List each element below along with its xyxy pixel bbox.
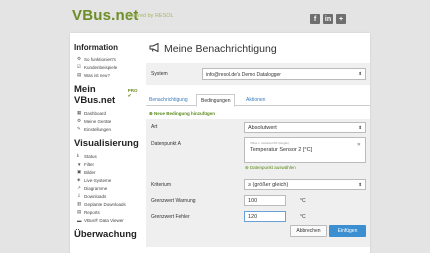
googleplus-icon[interactable]: +	[336, 14, 346, 24]
gear-icon: ⚙	[77, 118, 82, 123]
grenzwert-warnung-label: Grenzwert Warnung	[151, 198, 196, 204]
datenpunkt-auswaehlen-link[interactable]: ⊕ Datenpunkt auswählen	[245, 165, 296, 171]
system-bar: System info@resol.de's Demo Datalogger ⬍	[146, 63, 370, 85]
download-icon: ⇩	[77, 193, 81, 198]
sidebar-item-live-systeme[interactable]: ◈ Live-Systeme	[74, 176, 138, 184]
updown-caret-icon: ⬍	[358, 182, 362, 187]
sidebar: Information ⚙ So funktioniert's ☑ Kundenbe…	[70, 33, 139, 253]
system-select[interactable]: info@resol.de's Demo Datalogger ⬍	[202, 68, 366, 80]
insert-button[interactable]: Einfügen	[329, 225, 366, 237]
wrench-icon: ✎	[77, 126, 81, 131]
sidebar-item-status[interactable]: ℹ Status	[74, 152, 138, 160]
sidebar-heading-mein-vbus: Mein VBus.net PRO ✔	[74, 84, 138, 106]
grenzwert-warnung-input[interactable]: 100	[244, 195, 286, 206]
cancel-button[interactable]: Abbrechen	[290, 225, 327, 237]
sidebar-item-downloads[interactable]: ⇩ Downloads	[74, 192, 138, 200]
sidebar-item-kundenbeispiele[interactable]: ☑ Kundenbeispiele	[74, 63, 138, 71]
tab-benachrichtigung[interactable]: Benachrichtigung	[149, 97, 188, 103]
main-content: Meine Benachrichtigung System info@resol…	[146, 33, 370, 253]
social-links: f in +	[310, 14, 346, 24]
megaphone-icon	[149, 42, 160, 55]
gear-icon: ⚙	[77, 56, 82, 61]
sidebar-item-reports[interactable]: ▤ Reports	[74, 208, 138, 216]
calendar-icon: ▥	[77, 201, 82, 206]
filter-icon: ▼	[77, 161, 82, 167]
sidebar-item-diagramme[interactable]: ↗ Diagramme	[74, 184, 138, 192]
sidebar-heading-visualisierung: Visualisierung	[74, 138, 139, 149]
reports-icon: ▤	[77, 209, 82, 214]
content-panel: Information ⚙ So funktioniert's ☑ Kundenbe…	[70, 33, 370, 253]
grenzwert-fehler-input[interactable]: 120	[244, 211, 286, 222]
page-title: Meine Benachrichtigung	[149, 42, 277, 55]
add-condition-link[interactable]: ⊕ Neue Bedingung hinzufügen	[149, 111, 215, 117]
site-header: VBus.net powered by RESOL f in +	[0, 0, 430, 32]
sidebar-item-einstellungen[interactable]: ✎ Einstellungen	[74, 125, 138, 133]
info-icon: ℹ	[77, 153, 79, 158]
system-label: System	[151, 71, 168, 77]
sidebar-item-geplante-downloads[interactable]: ▥ Geplante Downloads	[74, 200, 138, 208]
sidebar-item-so-funktionierts[interactable]: ⚙ So funktioniert's	[74, 55, 138, 63]
sidebar-heading-information: Information	[74, 43, 118, 52]
dashboard-icon: ▦	[77, 110, 82, 115]
image-icon: ▣	[77, 169, 82, 174]
sidebar-item-was-ist-neu[interactable]: ▤ Was ist neu?	[74, 71, 138, 79]
sidebar-item-meine-geraete[interactable]: ⚙ Meine Geräte	[74, 117, 138, 125]
tab-aktionen[interactable]: Aktionen	[246, 97, 265, 103]
warnung-unit: °C	[300, 198, 306, 204]
updown-caret-icon: ⬍	[358, 125, 362, 130]
sidebar-item-data-viewer[interactable]: ▬ VBus® Data Viewer	[74, 216, 138, 224]
updown-caret-icon: ⬍	[358, 71, 362, 76]
pro-badge: PRO ✔	[127, 88, 138, 98]
art-label: Art	[151, 124, 158, 130]
art-select[interactable]: Absolutwert ⬍	[244, 122, 366, 133]
datenpunkt-label: Datenpunkt A	[151, 141, 182, 147]
sidebar-item-bilder[interactable]: ▣ Bilder	[74, 168, 138, 176]
sidebar-item-filter[interactable]: ▼ Filter	[74, 160, 138, 168]
sliders-icon: ☑	[77, 64, 82, 69]
sensor-name: Temperatur Sensor 2 [°C]	[250, 147, 313, 153]
system-icon: ◈	[77, 177, 81, 182]
document-icon: ▤	[77, 72, 82, 77]
fehler-unit: °C	[300, 214, 306, 220]
datenpunkt-field[interactable]: VBus 1: DeltaSol BX (Regler) Temperatur …	[244, 137, 366, 163]
chart-icon: ↗	[77, 185, 81, 190]
sidebar-heading-ueberwachung: Überwachung	[74, 229, 137, 240]
tab-bedingungen[interactable]: Bedingungen	[196, 94, 236, 107]
kriterium-select[interactable]: ≥ (größer gleich) ⬍	[244, 179, 366, 190]
sensor-device: VBus 1: DeltaSol BX (Regler)	[250, 141, 290, 145]
linkedin-icon[interactable]: in	[323, 14, 333, 24]
close-icon[interactable]: ✕	[357, 142, 361, 148]
facebook-icon[interactable]: f	[310, 14, 320, 24]
logo-subtitle: powered by RESOL	[125, 13, 174, 19]
tab-bar: Benachrichtigung Bedingungen Aktionen	[146, 93, 370, 107]
condition-form: Art Absolutwert ⬍ Datenpunkt A VBus 1: D…	[146, 119, 370, 247]
sidebar-item-dashboard[interactable]: ▦ Dashboard	[74, 109, 138, 117]
grenzwert-fehler-label: Grenzwert Fehler	[151, 214, 190, 220]
viewer-icon: ▬	[77, 217, 82, 223]
kriterium-label: Kriterium	[151, 182, 172, 188]
